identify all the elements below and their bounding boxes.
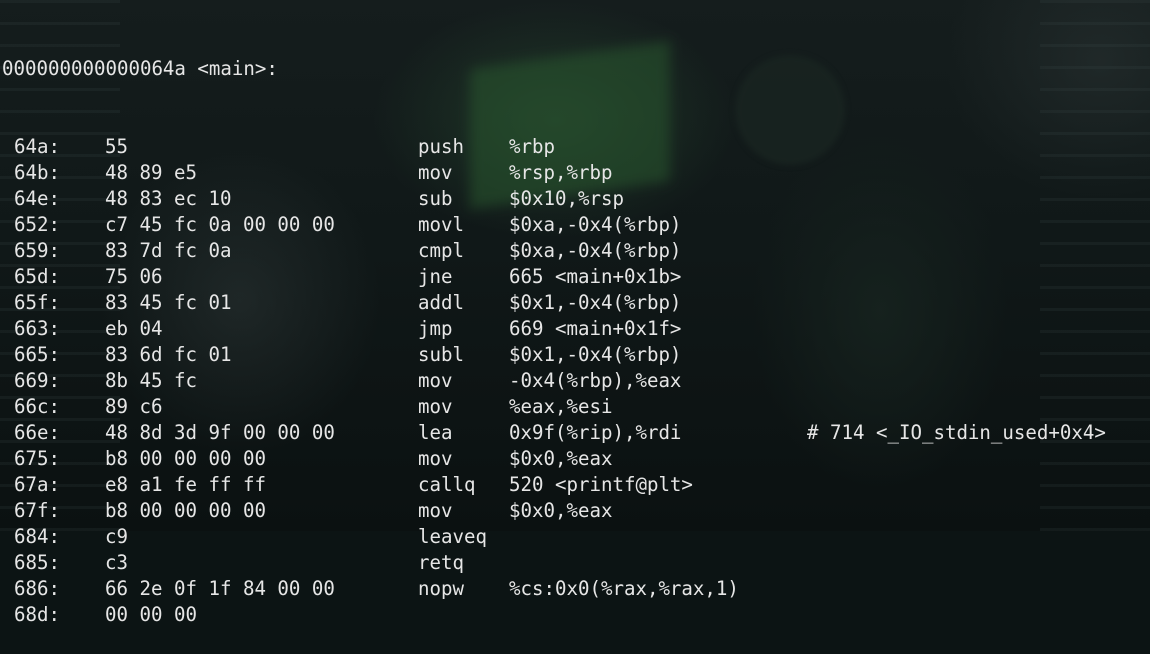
instruction-bytes: 89 c6 bbox=[105, 395, 163, 418]
instruction-operands: -0x4(%rbp),%eax bbox=[509, 369, 682, 392]
instruction-address: 665: bbox=[14, 343, 60, 366]
function-header: 000000000000064a <main>: bbox=[2, 57, 278, 80]
instruction-address: 652: bbox=[14, 213, 60, 236]
instruction-row: 67f: b8 00 00 00 00 mov $0x0,%eax bbox=[2, 498, 612, 524]
disassembly-listing: 64a: 55 push %rbp 64b: 48 89 e5 mov %rsp,%rbp 64… bbox=[2, 134, 1106, 628]
instruction-row: 65f: 83 45 fc 01 addl $0x1,-0x4(%rbp) bbox=[2, 290, 681, 316]
instruction-operands: $0x1,-0x4(%rbp) bbox=[509, 343, 682, 366]
instruction-bytes: c3 bbox=[105, 551, 128, 574]
instruction-mnemonic: push bbox=[418, 135, 464, 158]
instruction-address: 685: bbox=[14, 551, 60, 574]
wallpaper-figure-head bbox=[735, 55, 845, 165]
instruction-mnemonic: leaveq bbox=[418, 525, 487, 548]
instruction-row: 659: 83 7d fc 0a cmpl $0xa,-0x4(%rbp) bbox=[2, 238, 681, 264]
instruction-row: 652: c7 45 fc 0a 00 00 00 movl $0xa,-0x4(%r… bbox=[2, 212, 681, 238]
instruction-bytes: c7 45 fc 0a 00 00 00 bbox=[105, 213, 335, 236]
instruction-bytes: eb 04 bbox=[105, 317, 163, 340]
instruction-address: 684: bbox=[14, 525, 60, 548]
instruction-address: 66c: bbox=[14, 395, 60, 418]
instruction-bytes: b8 00 00 00 00 bbox=[105, 447, 266, 470]
instruction-operands: %cs:0x0(%rax,%rax,1) bbox=[509, 577, 739, 600]
instruction-operands: 520 <printf@plt> bbox=[509, 473, 693, 496]
instruction-mnemonic: movl bbox=[418, 213, 464, 236]
instruction-operands: 669 <main+0x1f> bbox=[509, 317, 682, 340]
instruction-mnemonic: mov bbox=[418, 447, 453, 470]
instruction-row: 66c: 89 c6 mov %eax,%esi bbox=[2, 394, 612, 420]
instruction-row: 686: 66 2e 0f 1f 84 00 00 nopw %cs:0x0(%rax… bbox=[2, 576, 739, 602]
instruction-mnemonic: mov bbox=[418, 395, 453, 418]
instruction-operands: $0x10,%rsp bbox=[509, 187, 624, 210]
instruction-operands: $0xa,-0x4(%rbp) bbox=[509, 213, 682, 236]
instruction-row: 66e: 48 8d 3d 9f 00 00 00 lea 0x9f(%rip),%r… bbox=[2, 420, 1106, 446]
instruction-bytes: c9 bbox=[105, 525, 128, 548]
instruction-bytes: 66 2e 0f 1f 84 00 00 bbox=[105, 577, 335, 600]
instruction-address: 68d: bbox=[14, 603, 60, 626]
instruction-mnemonic: sub bbox=[418, 187, 453, 210]
instruction-bytes: 48 8d 3d 9f 00 00 00 bbox=[105, 421, 335, 444]
instruction-address: 675: bbox=[14, 447, 60, 470]
instruction-bytes: e8 a1 fe ff ff bbox=[105, 473, 266, 496]
instruction-address: 65f: bbox=[14, 291, 60, 314]
instruction-row: 675: b8 00 00 00 00 mov $0x0,%eax bbox=[2, 446, 612, 472]
instruction-mnemonic: callq bbox=[418, 473, 476, 496]
terminal-output[interactable]: 000000000000064a <main>: 64a: 55 push %rbp 6… bbox=[2, 4, 1106, 654]
instruction-mnemonic: subl bbox=[418, 343, 464, 366]
instruction-operands: $0x0,%eax bbox=[509, 499, 613, 522]
instruction-address: 67f: bbox=[14, 499, 60, 522]
instruction-mnemonic: mov bbox=[418, 499, 453, 522]
instruction-bytes: b8 00 00 00 00 bbox=[105, 499, 266, 522]
instruction-operands: $0xa,-0x4(%rbp) bbox=[509, 239, 682, 262]
instruction-row: 64b: 48 89 e5 mov %rsp,%rbp bbox=[2, 160, 612, 186]
instruction-bytes: 75 06 bbox=[105, 265, 163, 288]
instruction-address: 663: bbox=[14, 317, 60, 340]
instruction-mnemonic: cmpl bbox=[418, 239, 464, 262]
instruction-bytes: 48 89 e5 bbox=[105, 161, 197, 184]
instruction-bytes: 83 7d fc 0a bbox=[105, 239, 232, 262]
instruction-address: 64a: bbox=[14, 135, 60, 158]
instruction-bytes: 48 83 ec 10 bbox=[105, 187, 232, 210]
instruction-bytes: 83 6d fc 01 bbox=[105, 343, 232, 366]
instruction-operands: %eax,%esi bbox=[509, 395, 613, 418]
instruction-operands: 665 <main+0x1b> bbox=[509, 265, 682, 288]
instruction-mnemonic: jne bbox=[418, 265, 453, 288]
instruction-row: 68d: 00 00 00 bbox=[2, 602, 197, 628]
instruction-row: 685: c3 retq bbox=[2, 550, 464, 576]
instruction-row: 669: 8b 45 fc mov -0x4(%rbp),%eax bbox=[2, 368, 681, 394]
instruction-operands: $0x1,-0x4(%rbp) bbox=[509, 291, 682, 314]
instruction-mnemonic: lea bbox=[418, 421, 453, 444]
instruction-row: 64a: 55 push %rbp bbox=[2, 134, 555, 160]
instruction-row: 65d: 75 06 jne 665 <main+0x1b> bbox=[2, 264, 681, 290]
instruction-bytes: 8b 45 fc bbox=[105, 369, 197, 392]
instruction-address: 686: bbox=[14, 577, 60, 600]
instruction-bytes: 55 bbox=[105, 135, 128, 158]
instruction-mnemonic: mov bbox=[418, 369, 453, 392]
instruction-row: 684: c9 leaveq bbox=[2, 524, 487, 550]
instruction-mnemonic: retq bbox=[418, 551, 464, 574]
instruction-bytes: 00 00 00 bbox=[105, 603, 197, 626]
instruction-mnemonic: mov bbox=[418, 161, 453, 184]
instruction-row: 67a: e8 a1 fe ff ff callq 520 <printf@plt> bbox=[2, 472, 693, 498]
instruction-address: 64e: bbox=[14, 187, 60, 210]
instruction-mnemonic: addl bbox=[418, 291, 464, 314]
instruction-address: 64b: bbox=[14, 161, 60, 184]
instruction-row: 663: eb 04 jmp 669 <main+0x1f> bbox=[2, 316, 681, 342]
instruction-row: 665: 83 6d fc 01 subl $0x1,-0x4(%rbp) bbox=[2, 342, 681, 368]
instruction-mnemonic: nopw bbox=[418, 577, 464, 600]
instruction-address: 65d: bbox=[14, 265, 60, 288]
instruction-operands: %rsp,%rbp bbox=[509, 161, 613, 184]
instruction-bytes: 83 45 fc 01 bbox=[105, 291, 232, 314]
instruction-address: 67a: bbox=[14, 473, 60, 496]
instruction-mnemonic: jmp bbox=[418, 317, 453, 340]
instruction-address: 659: bbox=[14, 239, 60, 262]
instruction-comment: # 714 <_IO_stdin_used+0x4> bbox=[807, 421, 1106, 444]
instruction-address: 66e: bbox=[14, 421, 60, 444]
instruction-operands: $0x0,%eax bbox=[509, 447, 613, 470]
instruction-operands: 0x9f(%rip),%rdi bbox=[509, 421, 682, 444]
instruction-address: 669: bbox=[14, 369, 60, 392]
function-header-line: 000000000000064a <main>: bbox=[2, 56, 278, 82]
instruction-operands: %rbp bbox=[509, 135, 555, 158]
instruction-row: 64e: 48 83 ec 10 sub $0x10,%rsp bbox=[2, 186, 624, 212]
